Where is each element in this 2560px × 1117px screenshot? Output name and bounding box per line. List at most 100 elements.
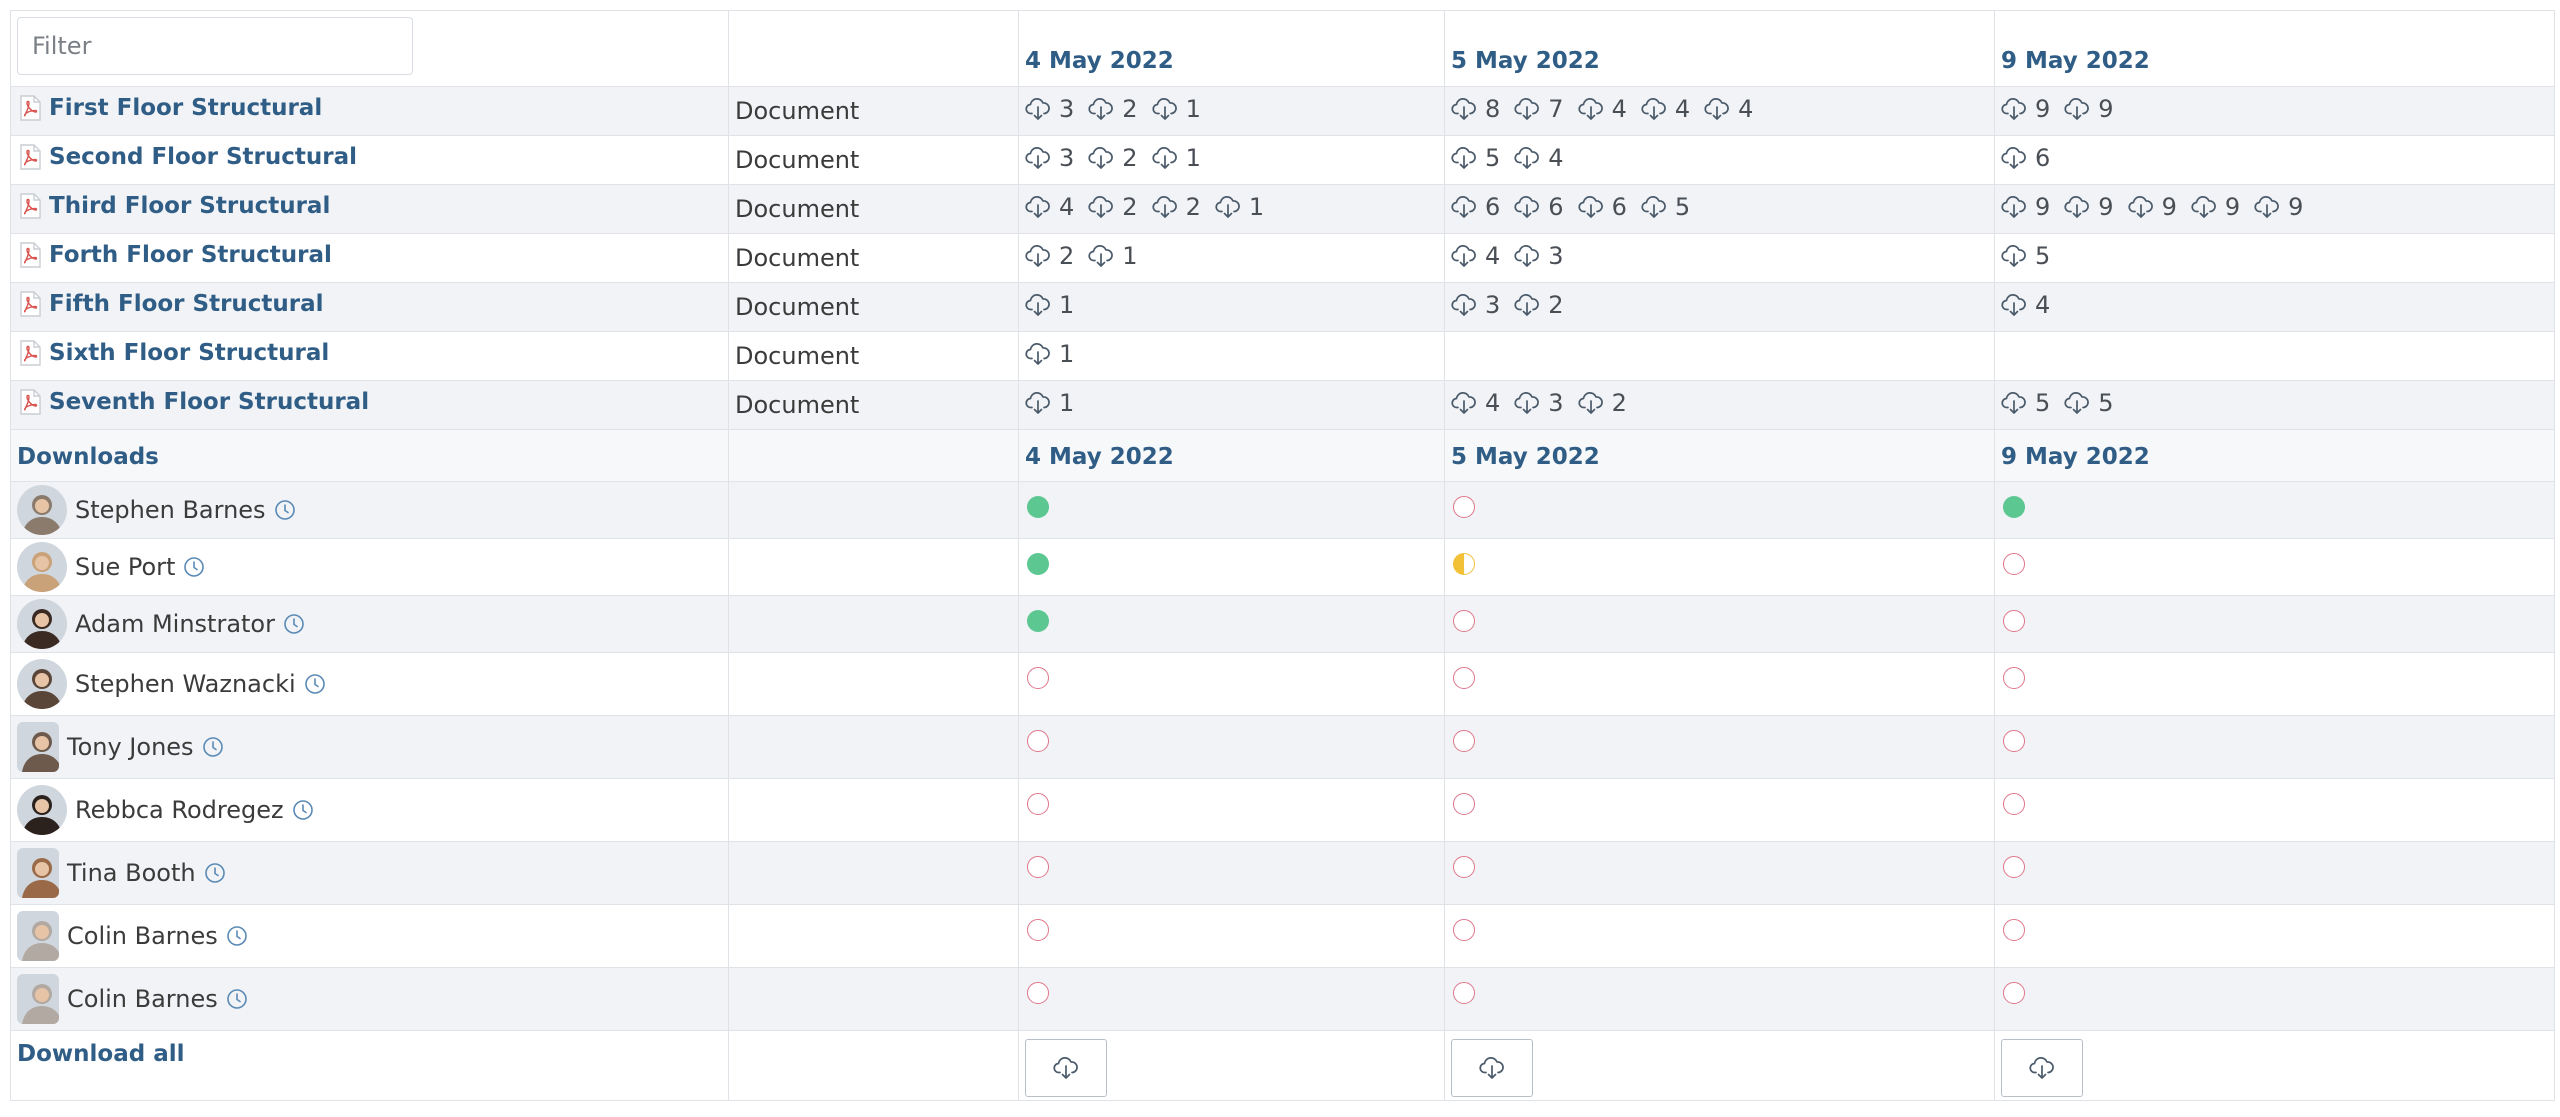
download-status-empty [1027,793,1049,815]
document-link[interactable]: Fifth Floor Structural [17,290,324,318]
download-count-item[interactable]: 4 [1704,95,1753,123]
download-status-cell [1994,595,2555,653]
download-count-item[interactable]: 6 [1514,193,1564,221]
download-count-group: 55 [2001,389,2124,417]
download-count: 6 [2035,143,2051,172]
download-count: 1 [1059,388,1075,417]
clock-icon[interactable] [204,862,226,884]
download-count-item[interactable]: 9 [2001,193,2050,221]
download-count-item[interactable]: 9 [2064,95,2114,123]
download-count-item[interactable]: 9 [2191,193,2240,221]
clock-icon[interactable] [274,499,296,521]
download-count-item[interactable]: 7 [1514,95,1564,123]
empty-cell [728,904,1019,968]
clock-icon[interactable] [226,988,248,1010]
download-count-item[interactable]: 1 [1151,95,1201,123]
download-count-item[interactable]: 2 [1577,389,1627,417]
download-count-item[interactable]: 3 [1514,389,1564,417]
download-count-item[interactable]: 1 [1025,291,1074,319]
download-date-button[interactable] [1025,1039,1107,1097]
document-link[interactable]: Third Floor Structural [17,192,330,220]
download-count-item[interactable]: 1 [1088,242,1138,270]
user-info: Stephen Waznacki [17,659,722,709]
download-count-cell: 21 [1018,233,1445,283]
download-count-item[interactable]: 9 [2001,95,2050,123]
download-count-cell: 55 [1994,380,2555,430]
download-count-item[interactable]: 6 [1577,192,1627,221]
avatar [17,974,59,1024]
download-count-item[interactable]: 1 [1215,193,1264,221]
download-all-link[interactable]: Download all [17,1041,184,1067]
filter-input[interactable] [17,17,413,75]
download-count-item[interactable]: 4 [1577,94,1627,123]
document-link[interactable]: Seventh Floor Structural [17,388,369,416]
download-count-item[interactable]: 4 [2001,291,2050,319]
clock-icon[interactable] [226,925,248,947]
clock-icon[interactable] [304,673,326,695]
download-count-item[interactable]: 3 [1451,291,1500,319]
download-count-item[interactable]: 4 [1451,242,1500,270]
download-count-item[interactable]: 2 [1088,95,1138,123]
download-count-item[interactable]: 6 [1451,193,1500,221]
clock-icon[interactable] [292,799,314,821]
download-status-empty [1453,919,1475,941]
download-count: 4 [2035,290,2051,319]
download-count-item[interactable]: 3 [1025,95,1074,123]
clock-icon[interactable] [283,613,305,635]
download-count-item[interactable]: 2 [1151,193,1201,221]
cloud-download-icon [1479,1057,1504,1079]
download-count-item[interactable]: 6 [2001,144,2050,172]
cloud-download-icon [1025,146,1050,169]
download-count-item[interactable]: 3 [1514,242,1564,270]
user-info: Tina Booth [17,848,722,898]
document-type: Document [735,391,860,419]
download-count-item[interactable]: 8 [1451,95,1500,123]
download-count: 6 [1611,192,1627,221]
download-count-item[interactable]: 2 [1088,144,1138,172]
download-count-item[interactable]: 5 [2001,242,2050,270]
download-date-button[interactable] [2001,1039,2083,1097]
download-count: 4 [1611,94,1627,123]
download-count-item[interactable]: 4 [1641,95,1690,123]
document-link[interactable]: First Floor Structural [17,94,322,122]
download-count-cell: 4 2 2 1 [1018,184,1445,234]
download-count: 2 [1122,192,1138,221]
document-link[interactable]: Forth Floor Structural [17,241,332,269]
download-count-item[interactable]: 2 [1025,242,1074,270]
document-link[interactable]: Sixth Floor Structural [17,339,329,367]
document-link[interactable]: Second Floor Structural [17,143,357,171]
download-count-item[interactable]: 1 [1025,340,1074,368]
download-count-item[interactable]: 5 [1641,193,1690,221]
download-count-item[interactable]: 5 [1451,144,1500,172]
download-count-item[interactable]: 9 [2254,193,2303,221]
download-status-cell [1444,481,1995,539]
cloud-download-icon [2064,195,2090,218]
download-count: 5 [2098,388,2114,417]
cloud-download-icon [2127,195,2153,218]
download-count-item[interactable]: 5 [2001,389,2050,417]
download-status-cell [1018,652,1445,716]
download-count-cell: 1 [1018,380,1445,430]
download-status-cell [1994,715,2555,779]
download-all-cell: Download all [10,1030,729,1101]
pdf-icon [20,389,41,415]
document-type-cell: Document [728,331,1019,381]
download-count-item[interactable]: 4 [1025,193,1074,221]
download-count-item[interactable]: 5 [2064,388,2114,417]
download-count-item[interactable]: 4 [1514,144,1564,172]
download-count-item[interactable]: 9 [2064,193,2114,221]
download-count-item[interactable]: 4 [1451,389,1500,417]
download-count-item[interactable]: 9 [2127,193,2177,221]
download-count-group: 6 6 6 5 [1451,193,1700,221]
user-cell: Tony Jones [10,715,729,779]
download-count-item[interactable]: 2 [1088,192,1138,221]
download-count-item[interactable]: 1 [1151,144,1201,172]
download-status-full [1027,610,1049,632]
clock-icon[interactable] [202,736,224,758]
download-count-item[interactable]: 1 [1025,389,1074,417]
download-count-item[interactable]: 2 [1514,291,1564,319]
download-count-item[interactable]: 3 [1025,144,1074,172]
download-date-button[interactable] [1451,1039,1533,1097]
downloads-header-row: Downloads 4 May 2022 5 May 2022 9 May 2022 [10,429,2555,482]
clock-icon[interactable] [183,556,205,578]
